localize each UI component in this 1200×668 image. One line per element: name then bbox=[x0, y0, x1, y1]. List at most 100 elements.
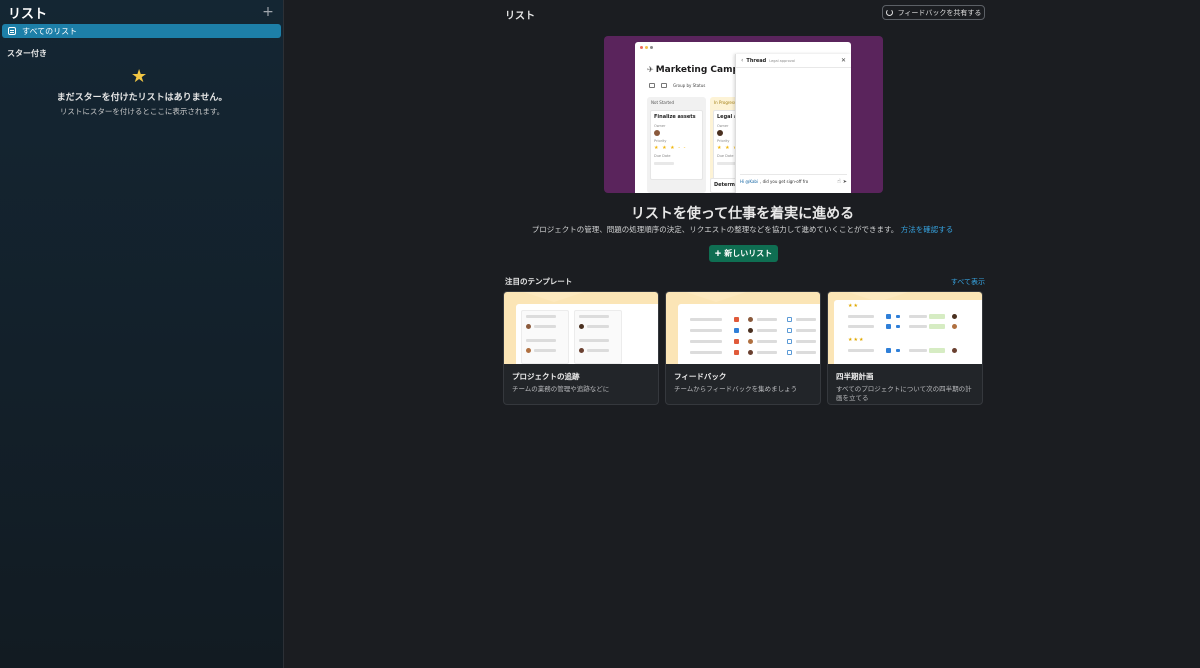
avatar bbox=[526, 348, 531, 353]
red-tag-icon bbox=[734, 317, 739, 322]
templates-header: 注目のテンプレート すべて表示 bbox=[505, 276, 985, 287]
avatar bbox=[748, 328, 753, 333]
plus-icon: + bbox=[714, 247, 722, 260]
avatar bbox=[748, 350, 753, 355]
template-preview bbox=[504, 292, 658, 364]
hero-description-text: プロジェクトの管理、問題の処理順序の決定、リクエストの整理などを協力して進めてい… bbox=[531, 225, 899, 234]
preview-line bbox=[896, 315, 900, 318]
hand-cursor-icon: ☝ bbox=[837, 178, 841, 185]
sidebar-title: リスト bbox=[8, 6, 48, 22]
template-card-body: 四半期計画 すべてのプロジェクトについて次の四半期の計画を立てる bbox=[828, 364, 982, 404]
preview-line bbox=[796, 329, 816, 332]
window-dots bbox=[640, 46, 653, 49]
mock-card: Finalize assets Owner Priority ★ ★ ★ - -… bbox=[650, 110, 703, 180]
thread-subtitle: Legal approval bbox=[769, 58, 795, 63]
hero-description: プロジェクトの管理、問題の処理順序の決定、リクエストの整理などを協力して進めてい… bbox=[285, 224, 1200, 235]
filter-icon bbox=[661, 83, 667, 88]
send-icon: ➤ bbox=[842, 178, 847, 185]
template-preview bbox=[666, 292, 820, 364]
templates-title: 注目のテンプレート bbox=[505, 277, 573, 286]
preview-line bbox=[526, 315, 556, 318]
template-card-project-tracking[interactable]: プロジェクトの追跡 チームの業務の管理や追跡などに bbox=[503, 291, 659, 405]
list-icon bbox=[8, 27, 16, 35]
preview-line bbox=[796, 318, 816, 321]
template-card-feedback[interactable]: フィードバック チームからフィードバックを集めましょう bbox=[665, 291, 821, 405]
share-feedback-label: フィードバックを共有する bbox=[897, 9, 982, 17]
decorative-shape bbox=[686, 292, 746, 302]
preview-line bbox=[579, 339, 609, 342]
page-title: リスト bbox=[505, 11, 535, 22]
priority-stars: ★ ★ ★ - - bbox=[654, 145, 687, 151]
sidebar-item-label: すべてのリスト bbox=[22, 26, 78, 36]
preview-line bbox=[757, 318, 777, 321]
learn-how-link[interactable]: 方法を確認する bbox=[901, 225, 954, 234]
red-tag-icon bbox=[734, 350, 739, 355]
thread-input-text: , did you get sign-off fro bbox=[760, 179, 809, 184]
share-feedback-button[interactable]: フィードバックを共有する bbox=[882, 5, 985, 20]
preview-line bbox=[534, 325, 556, 328]
red-tag-icon bbox=[734, 339, 739, 344]
template-card-body: フィードバック チームからフィードバックを集めましょう bbox=[666, 364, 820, 401]
avatar bbox=[748, 339, 753, 344]
star-icon: ★ bbox=[131, 66, 148, 87]
template-card-body: プロジェクトの追跡 チームの業務の管理や追跡などに bbox=[504, 364, 658, 401]
preview-line bbox=[848, 325, 874, 328]
status-badge bbox=[929, 314, 945, 319]
preview-line bbox=[796, 340, 816, 343]
new-list-label: 新しいリスト bbox=[724, 249, 773, 258]
template-card-quarterly-planning[interactable]: ★★ ★★★ 四半期計画 すべてのプロジェクトについて次の四半期の計画を立てる bbox=[827, 291, 983, 405]
checkbox-icon bbox=[886, 314, 891, 319]
column-header: Not Started bbox=[651, 100, 675, 105]
preview-column bbox=[574, 310, 622, 364]
preview-line bbox=[534, 349, 556, 352]
owner-label: Owner bbox=[654, 124, 666, 128]
sidebar-item-all-lists[interactable]: すべてのリスト bbox=[2, 24, 281, 38]
folder-icon bbox=[649, 83, 655, 88]
preview-line bbox=[757, 340, 777, 343]
new-list-button[interactable]: + 新しいリスト bbox=[709, 245, 778, 262]
refresh-icon bbox=[885, 9, 893, 16]
due-date-label: Due Date bbox=[654, 154, 671, 158]
preview-line bbox=[896, 325, 900, 328]
preview-line bbox=[690, 318, 722, 321]
sidebar: リスト + すべてのリスト スター付き ★ まだスターを付けたリストはありません… bbox=[0, 0, 284, 668]
preview-line bbox=[848, 349, 874, 352]
preview-column bbox=[521, 310, 569, 364]
thread-header: ‹ Thread Legal approval ✕ bbox=[736, 54, 851, 68]
rocket-icon: ✈ bbox=[647, 65, 654, 74]
preview-line bbox=[848, 315, 874, 318]
starred-empty-description: リストにスターを付けるとここに表示されます。 bbox=[59, 107, 225, 116]
preview-line bbox=[757, 351, 777, 354]
star-icon: ★★ bbox=[848, 303, 859, 309]
starred-section-heading: スター付き bbox=[7, 49, 47, 58]
close-dot-icon bbox=[640, 46, 643, 49]
placeholder-bar bbox=[654, 162, 674, 165]
preview-line bbox=[690, 340, 722, 343]
calendar-icon bbox=[787, 328, 792, 333]
status-badge bbox=[929, 348, 945, 353]
mock-toolbar: Group by Status bbox=[649, 83, 705, 88]
close-icon: ✕ bbox=[840, 57, 846, 64]
avatar bbox=[748, 317, 753, 322]
avatar bbox=[579, 324, 584, 329]
template-description: すべてのプロジェクトについて次の四半期の計画を立てる bbox=[836, 385, 972, 402]
preview-panel: ★★ ★★★ bbox=[834, 300, 982, 364]
priority-label: Priority bbox=[654, 139, 667, 143]
template-preview: ★★ ★★★ bbox=[828, 292, 982, 364]
preview-line bbox=[909, 315, 927, 318]
star-icon: ★★★ bbox=[848, 337, 865, 343]
main-content: リスト フィードバックを共有する ✈ Marketing Campaign Gro… bbox=[285, 0, 1200, 668]
thread-input: Hi @Kabi , did you get sign-off fro ☝ ➤ bbox=[740, 174, 847, 188]
template-description: チームの業務の管理や追跡などに bbox=[512, 385, 610, 393]
calendar-icon bbox=[787, 317, 792, 322]
group-by-label: Group by Status bbox=[673, 83, 706, 88]
avatar bbox=[952, 348, 957, 353]
template-title: フィードバック bbox=[674, 372, 727, 381]
preview-line bbox=[757, 329, 777, 332]
preview-line bbox=[690, 351, 722, 354]
preview-line bbox=[587, 349, 609, 352]
see-all-link[interactable]: すべて表示 bbox=[951, 277, 985, 287]
plus-icon[interactable]: + bbox=[261, 5, 275, 19]
mention: Hi @Kabi bbox=[740, 179, 759, 184]
sidebar-header: リスト + bbox=[8, 4, 275, 22]
